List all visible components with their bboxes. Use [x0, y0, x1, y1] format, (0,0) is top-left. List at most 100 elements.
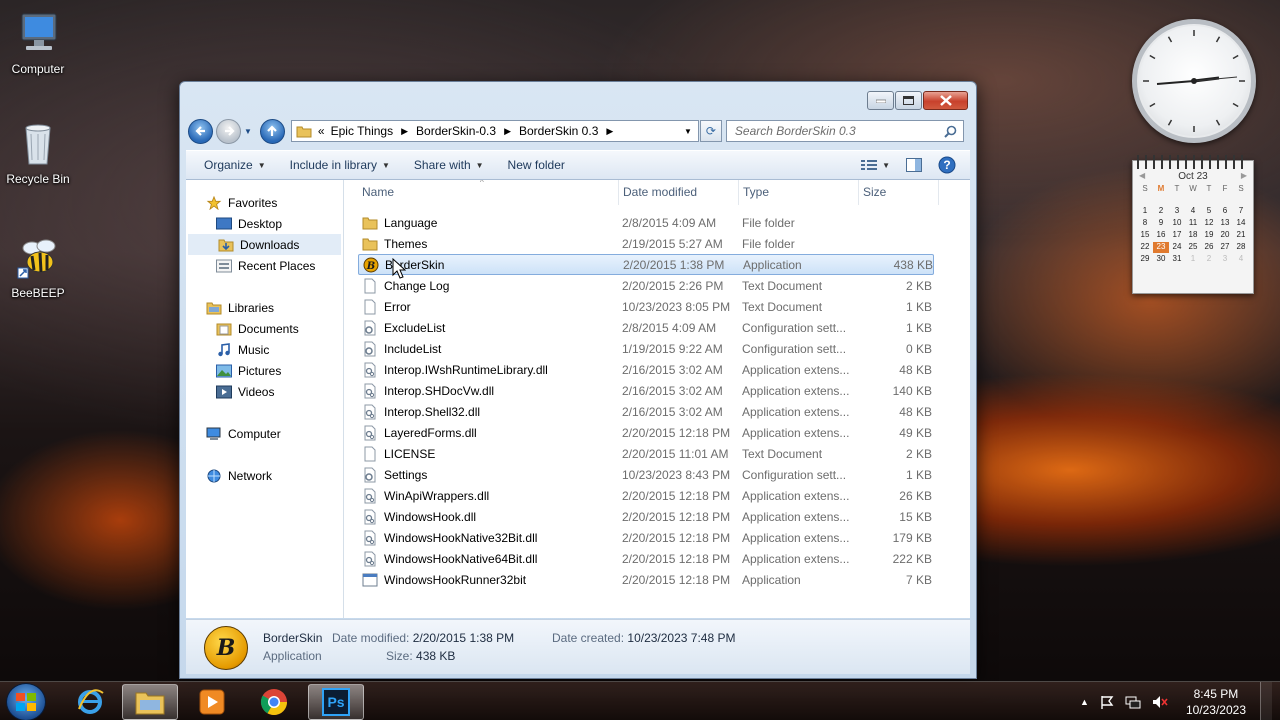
calendar-day[interactable]: [1217, 194, 1233, 205]
nav-recent-places[interactable]: Recent Places: [186, 255, 343, 276]
new-folder-button[interactable]: New folder: [496, 158, 577, 172]
calendar-day[interactable]: 4: [1233, 254, 1249, 265]
preview-pane-button[interactable]: [896, 158, 932, 172]
calendar-day[interactable]: [1169, 194, 1185, 205]
calendar-day[interactable]: 11: [1185, 218, 1201, 229]
file-row[interactable]: B BorderSkin 2/20/2015 1:38 PM Application 4…: [358, 254, 934, 275]
calendar-day[interactable]: 14: [1233, 218, 1249, 229]
column-header-size[interactable]: Size: [859, 180, 939, 205]
calendar-day[interactable]: 20: [1217, 230, 1233, 241]
close-button[interactable]: [923, 91, 968, 110]
calendar-day[interactable]: 17: [1169, 230, 1185, 241]
address-bar[interactable]: « Epic Things ▶ BorderSkin-0.3 ▶ BorderS…: [290, 120, 699, 142]
column-header-name[interactable]: Name ^: [344, 180, 619, 205]
minimize-button[interactable]: [867, 91, 894, 110]
refresh-button[interactable]: ⟳: [699, 120, 722, 142]
desktop-icon-computer[interactable]: Computer: [0, 10, 76, 76]
calendar-day[interactable]: 27: [1217, 242, 1233, 253]
calendar-day[interactable]: [1185, 194, 1201, 205]
show-desktop-button[interactable]: [1260, 682, 1272, 720]
address-dropdown-icon[interactable]: ▼: [684, 127, 692, 136]
desktop-icon-recycle-bin[interactable]: Recycle Bin: [0, 120, 76, 186]
back-button[interactable]: [188, 118, 213, 144]
calendar-day[interactable]: 30: [1153, 254, 1169, 265]
desktop-icon-beebeep[interactable]: BeeBEEP: [0, 234, 76, 300]
file-row[interactable]: Interop.SHDocVw.dll 2/16/2015 3:02 AM Appl…: [358, 380, 934, 401]
calendar-day[interactable]: [1153, 194, 1169, 205]
nav-desktop[interactable]: Desktop: [186, 213, 343, 234]
file-row[interactable]: Change Log 2/20/2015 2:26 PM Text Document…: [358, 275, 934, 296]
calendar-day[interactable]: 26: [1201, 242, 1217, 253]
clock-gadget[interactable]: [1132, 19, 1256, 143]
nav-documents[interactable]: Documents: [186, 318, 343, 339]
taskbar-windows-explorer[interactable]: [122, 684, 178, 720]
help-button[interactable]: ?: [932, 156, 970, 174]
calendar-day[interactable]: 8: [1137, 218, 1153, 229]
start-button[interactable]: [6, 683, 46, 720]
calendar-day[interactable]: 23: [1153, 242, 1169, 253]
calendar-day[interactable]: 21: [1233, 230, 1249, 241]
calendar-day[interactable]: 2: [1153, 206, 1169, 217]
show-hidden-icons-icon[interactable]: ▲: [1080, 697, 1089, 707]
column-header-date[interactable]: Date modified: [619, 180, 739, 205]
taskbar-chrome[interactable]: [246, 684, 302, 720]
file-row[interactable]: ExcludeList 2/8/2015 4:09 AM Configuration…: [358, 317, 934, 338]
calendar-day[interactable]: 28: [1233, 242, 1249, 253]
search-input[interactable]: Search BorderSkin 0.3: [725, 120, 964, 142]
file-row[interactable]: WindowsHookRunner32bit 2/20/2015 12:18 PM…: [358, 569, 934, 590]
calendar-next-icon[interactable]: ▶: [1241, 171, 1247, 182]
calendar-gadget[interactable]: ◀ Oct 23 ▶ S M T W T F S 1 2 3 4 5 6 7 8 9 10 11 12 13 14 15 1…: [1132, 155, 1254, 294]
up-button[interactable]: [259, 118, 285, 144]
file-row[interactable]: Themes 2/19/2015 5:27 AM File folder: [358, 233, 934, 254]
calendar-day[interactable]: 10: [1169, 218, 1185, 229]
calendar-day[interactable]: [1233, 194, 1249, 205]
calendar-day[interactable]: 15: [1137, 230, 1153, 241]
calendar-day[interactable]: 7: [1233, 206, 1249, 217]
calendar-day[interactable]: 24: [1169, 242, 1185, 253]
calendar-day[interactable]: 19: [1201, 230, 1217, 241]
calendar-day[interactable]: 2: [1201, 254, 1217, 265]
calendar-day[interactable]: 9: [1153, 218, 1169, 229]
file-row[interactable]: WindowsHookNative64Bit.dll 2/20/2015 12:1…: [358, 548, 934, 569]
calendar-day[interactable]: 16: [1153, 230, 1169, 241]
breadcrumb-overflow[interactable]: «: [318, 124, 325, 138]
calendar-day[interactable]: 1: [1185, 254, 1201, 265]
breadcrumb-item[interactable]: BorderSkin-0.3: [416, 124, 496, 138]
calendar-day[interactable]: 12: [1201, 218, 1217, 229]
forward-button[interactable]: [216, 118, 241, 144]
file-row[interactable]: Error 10/23/2023 8:05 PM Text Document 1 KB: [358, 296, 934, 317]
file-row[interactable]: IncludeList 1/19/2015 9:22 AM Configuratio…: [358, 338, 934, 359]
breadcrumb-item[interactable]: BorderSkin 0.3: [519, 124, 598, 138]
nav-favorites[interactable]: Favorites: [186, 192, 343, 213]
calendar-prev-icon[interactable]: ◀: [1139, 171, 1145, 182]
nav-pictures[interactable]: Pictures: [186, 360, 343, 381]
file-row[interactable]: Language 2/8/2015 4:09 AM File folder: [358, 212, 934, 233]
maximize-button[interactable]: [895, 91, 922, 110]
file-row[interactable]: WindowsHook.dll 2/20/2015 12:18 PM Applica…: [358, 506, 934, 527]
calendar-day[interactable]: 6: [1217, 206, 1233, 217]
include-in-library-button[interactable]: Include in library ▼: [278, 158, 402, 172]
nav-downloads[interactable]: Downloads: [188, 234, 341, 255]
calendar-day[interactable]: 25: [1185, 242, 1201, 253]
calendar-day[interactable]: 29: [1137, 254, 1153, 265]
taskbar-internet-explorer[interactable]: [62, 684, 118, 720]
taskbar-clock[interactable]: 8:45 PM 10/23/2023: [1186, 686, 1246, 718]
nav-libraries[interactable]: Libraries: [186, 297, 343, 318]
nav-music[interactable]: Music: [186, 339, 343, 360]
calendar-day[interactable]: 5: [1201, 206, 1217, 217]
calendar-day[interactable]: [1137, 194, 1153, 205]
recent-pages-dropdown[interactable]: ▼: [244, 127, 252, 136]
share-with-button[interactable]: Share with ▼: [402, 158, 496, 172]
calendar-day[interactable]: [1201, 194, 1217, 205]
calendar-day[interactable]: 31: [1169, 254, 1185, 265]
organize-button[interactable]: Organize ▼: [186, 158, 278, 172]
network-tray-icon[interactable]: [1125, 694, 1141, 710]
file-row[interactable]: LayeredForms.dll 2/20/2015 12:18 PM Applic…: [358, 422, 934, 443]
calendar-day[interactable]: 18: [1185, 230, 1201, 241]
calendar-day[interactable]: 13: [1217, 218, 1233, 229]
file-row[interactable]: Interop.IWshRuntimeLibrary.dll 2/16/2015 …: [358, 359, 934, 380]
file-row[interactable]: LICENSE 2/20/2015 11:01 AM Text Document 2 …: [358, 443, 934, 464]
file-row[interactable]: Interop.Shell32.dll 2/16/2015 3:02 AM Appl…: [358, 401, 934, 422]
taskbar-photoshop[interactable]: Ps: [308, 684, 364, 720]
file-row[interactable]: WinApiWrappers.dll 2/20/2015 12:18 PM Appl…: [358, 485, 934, 506]
